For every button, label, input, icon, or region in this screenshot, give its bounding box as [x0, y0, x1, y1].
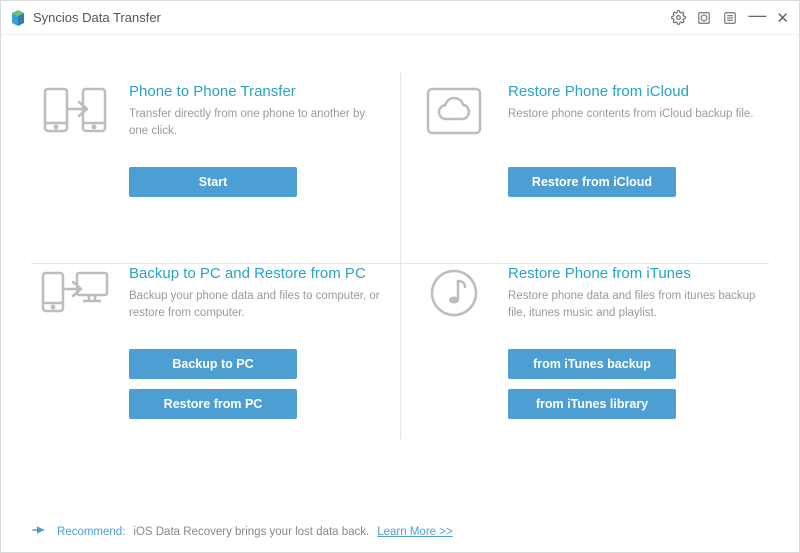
card-title: Phone to Phone Transfer	[129, 83, 382, 100]
recommend-label: Recommend:	[57, 526, 125, 538]
minimize-button[interactable]: —	[748, 10, 766, 20]
card-phone-to-phone: Phone to Phone Transfer Transfer directl…	[21, 63, 400, 227]
music-note-icon	[418, 265, 490, 327]
grid: Phone to Phone Transfer Transfer directl…	[21, 63, 779, 449]
recommend-text: iOS Data Recovery brings your lost data …	[133, 526, 369, 538]
from-itunes-library-button[interactable]: from iTunes library	[508, 389, 676, 419]
from-itunes-backup-button[interactable]: from iTunes backup	[508, 349, 676, 379]
settings-icon[interactable]	[670, 10, 686, 26]
main-content: Phone to Phone Transfer Transfer directl…	[1, 35, 799, 449]
card-title: Restore Phone from iTunes	[508, 265, 761, 282]
learn-more-link[interactable]: Learn More >>	[377, 526, 452, 538]
start-button[interactable]: Start	[129, 167, 297, 197]
title-left: Syncios Data Transfer	[9, 9, 161, 27]
feedback-icon[interactable]	[696, 10, 712, 26]
card-title: Restore Phone from iCloud	[508, 83, 761, 100]
title-right: — ✕	[670, 9, 789, 27]
card-desc: Backup your phone data and files to comp…	[129, 288, 382, 323]
card-restore-icloud: Restore Phone from iCloud Restore phone …	[400, 63, 779, 227]
phone-pc-transfer-icon	[39, 265, 111, 327]
card-backup-pc: Backup to PC and Restore from PC Backup …	[21, 227, 400, 449]
titlebar: Syncios Data Transfer — ✕	[1, 1, 799, 35]
cloud-icon	[418, 83, 490, 145]
card-title: Backup to PC and Restore from PC	[129, 265, 382, 282]
backup-to-pc-button[interactable]: Backup to PC	[129, 349, 297, 379]
app-logo-icon	[9, 9, 27, 27]
phone-transfer-icon	[39, 83, 111, 145]
card-restore-itunes: Restore Phone from iTunes Restore phone …	[400, 227, 779, 449]
card-desc: Restore phone data and files from itunes…	[508, 288, 761, 323]
footer-recommend: Recommend: iOS Data Recovery brings your…	[31, 523, 453, 540]
restore-icloud-button[interactable]: Restore from iCloud	[508, 167, 676, 197]
card-desc: Transfer directly from one phone to anot…	[129, 106, 382, 141]
close-button[interactable]: ✕	[776, 9, 789, 27]
restore-from-pc-button[interactable]: Restore from PC	[129, 389, 297, 419]
app-title: Syncios Data Transfer	[33, 10, 161, 25]
hand-point-icon	[31, 523, 49, 540]
menu-icon[interactable]	[722, 10, 738, 26]
card-desc: Restore phone contents from iCloud backu…	[508, 106, 761, 123]
